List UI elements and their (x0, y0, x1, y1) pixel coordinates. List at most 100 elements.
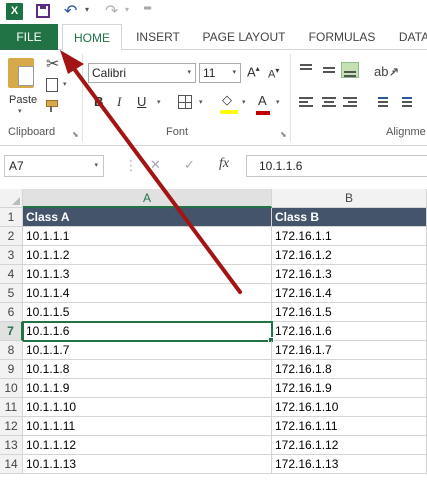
row-header[interactable]: 11 (0, 398, 23, 417)
insert-function-icon[interactable]: fx (219, 156, 229, 172)
italic-button[interactable]: I (117, 94, 121, 110)
fill-color-icon[interactable]: ◇ (220, 92, 238, 114)
cell-a[interactable]: 10.1.1.12 (23, 436, 272, 455)
row-header[interactable]: 1 (0, 208, 23, 227)
row-header[interactable]: 5 (0, 284, 23, 303)
font-color-icon[interactable]: A (256, 93, 270, 115)
cancel-icon[interactable]: ✕ (150, 157, 161, 173)
cell-b[interactable]: 172.16.1.13 (272, 455, 427, 474)
align-left-icon[interactable] (297, 94, 315, 110)
font-size-dropdown-icon[interactable]: ▾ (232, 64, 236, 82)
fill-color-dropdown-icon[interactable]: ▾ (242, 98, 246, 106)
decrease-indent-icon[interactable] (372, 94, 390, 110)
row-header[interactable]: 10 (0, 379, 23, 398)
cell-b[interactable]: 172.16.1.6 (272, 322, 427, 341)
cell-a[interactable]: 10.1.1.11 (23, 417, 272, 436)
borders-icon[interactable] (178, 95, 192, 109)
cell-b[interactable]: 172.16.1.8 (272, 360, 427, 379)
align-center-icon[interactable] (320, 94, 338, 110)
copy-icon[interactable] (46, 78, 58, 92)
align-right-icon[interactable] (341, 94, 359, 110)
cell-b[interactable]: 172.16.1.7 (272, 341, 427, 360)
grow-font-button[interactable]: A▴ (247, 64, 260, 79)
format-painter-icon[interactable] (46, 100, 58, 112)
column-header-b[interactable]: B (272, 189, 427, 208)
excel-logo-icon[interactable]: X (6, 3, 23, 20)
row-header[interactable]: 7 (0, 322, 23, 341)
paste-dropdown-icon[interactable]: ▾ (18, 107, 22, 115)
name-box-dropdown-icon[interactable]: ▾ (94, 156, 98, 176)
cell-a[interactable]: 10.1.1.4 (23, 284, 272, 303)
undo-icon[interactable]: ↶ (64, 1, 77, 21)
tab-page-layout[interactable]: PAGE LAYOUT (196, 24, 292, 50)
redo-icon[interactable]: ↷ (105, 1, 118, 21)
cell-a[interactable]: 10.1.1.1 (23, 227, 272, 246)
row-header[interactable]: 4 (0, 265, 23, 284)
row-header[interactable]: 6 (0, 303, 23, 322)
select-all-button[interactable] (0, 189, 23, 208)
row-header[interactable]: 12 (0, 417, 23, 436)
cell-b[interactable]: 172.16.1.11 (272, 417, 427, 436)
underline-dropdown-icon[interactable]: ▾ (157, 98, 161, 106)
cell-b[interactable]: 172.16.1.10 (272, 398, 427, 417)
active-cell-border (22, 321, 273, 342)
font-name-input[interactable]: Calibri ▾ (88, 63, 196, 83)
shrink-font-button[interactable]: A▾ (268, 66, 279, 81)
cell-a[interactable]: 10.1.1.3 (23, 265, 272, 284)
cell-b[interactable]: 172.16.1.4 (272, 284, 427, 303)
cell-b[interactable]: 172.16.1.2 (272, 246, 427, 265)
column-header-a[interactable]: A (23, 189, 272, 208)
cell-b[interactable]: 172.16.1.1 (272, 227, 427, 246)
cell-b[interactable]: 172.16.1.5 (272, 303, 427, 322)
formula-bar-grip-icon[interactable]: ⋮ (124, 157, 138, 174)
save-icon[interactable] (36, 4, 50, 18)
name-box[interactable]: A7 ▾ (4, 155, 104, 177)
row-header[interactable]: 2 (0, 227, 23, 246)
cell-a[interactable]: 10.1.1.7 (23, 341, 272, 360)
cell-a[interactable]: 10.1.1.9 (23, 379, 272, 398)
tab-insert[interactable]: INSERT (130, 24, 186, 50)
formula-input[interactable]: 10.1.1.6 (246, 155, 427, 177)
font-size-input[interactable]: 11 ▾ (199, 63, 241, 83)
column-a-header-cell[interactable]: Class A (23, 208, 272, 227)
tab-data[interactable]: DATA (394, 24, 427, 50)
clipboard-launcher-icon[interactable]: ⬊ (72, 130, 79, 139)
undo-dropdown-icon[interactable]: ▾ (85, 5, 89, 14)
middle-align-icon[interactable] (320, 62, 338, 78)
copy-dropdown-icon[interactable]: ▾ (63, 80, 67, 88)
font-color-dropdown-icon[interactable]: ▾ (276, 98, 280, 106)
row-header[interactable]: 9 (0, 360, 23, 379)
font-name-dropdown-icon[interactable]: ▾ (187, 64, 191, 82)
row-header[interactable]: 13 (0, 436, 23, 455)
borders-dropdown-icon[interactable]: ▾ (199, 98, 203, 106)
column-b-header-cell[interactable]: Class B (272, 208, 427, 227)
row-header[interactable]: 8 (0, 341, 23, 360)
cell-b[interactable]: 172.16.1.12 (272, 436, 427, 455)
enter-icon[interactable]: ✓ (184, 157, 195, 173)
cell-a[interactable]: 10.1.1.5 (23, 303, 272, 322)
paste-button-label[interactable]: Paste (9, 94, 37, 106)
orientation-dropdown-icon[interactable]: ▾ (392, 68, 396, 76)
cell-b[interactable]: 172.16.1.3 (272, 265, 427, 284)
customize-qat-icon[interactable]: ═ (144, 3, 151, 14)
tab-home[interactable]: HOME (62, 24, 122, 51)
bottom-align-icon[interactable] (341, 62, 359, 78)
cell-a[interactable]: 10.1.1.13 (23, 455, 272, 474)
row-header[interactable]: 3 (0, 246, 23, 265)
font-launcher-icon[interactable]: ⬊ (280, 130, 287, 139)
cell-a[interactable]: 10.1.1.2 (23, 246, 272, 265)
bold-button[interactable]: B (94, 94, 103, 109)
worksheet-grid[interactable]: A B 1 Class A Class B 2 10.1.1.1 172.16.1.1 3 1… (0, 189, 427, 485)
top-align-icon[interactable] (297, 62, 315, 78)
row-header[interactable]: 14 (0, 455, 23, 474)
tab-file[interactable]: FILE (0, 24, 58, 50)
underline-button[interactable]: U (137, 94, 146, 109)
cut-icon[interactable]: ✂ (46, 54, 59, 74)
increase-indent-icon[interactable] (396, 94, 414, 110)
cell-a[interactable]: 10.1.1.8 (23, 360, 272, 379)
tab-formulas[interactable]: FORMULAS (302, 24, 382, 50)
cell-a[interactable]: 10.1.1.10 (23, 398, 272, 417)
paste-icon[interactable] (8, 58, 34, 88)
redo-dropdown-icon[interactable]: ▾ (125, 5, 129, 14)
cell-b[interactable]: 172.16.1.9 (272, 379, 427, 398)
